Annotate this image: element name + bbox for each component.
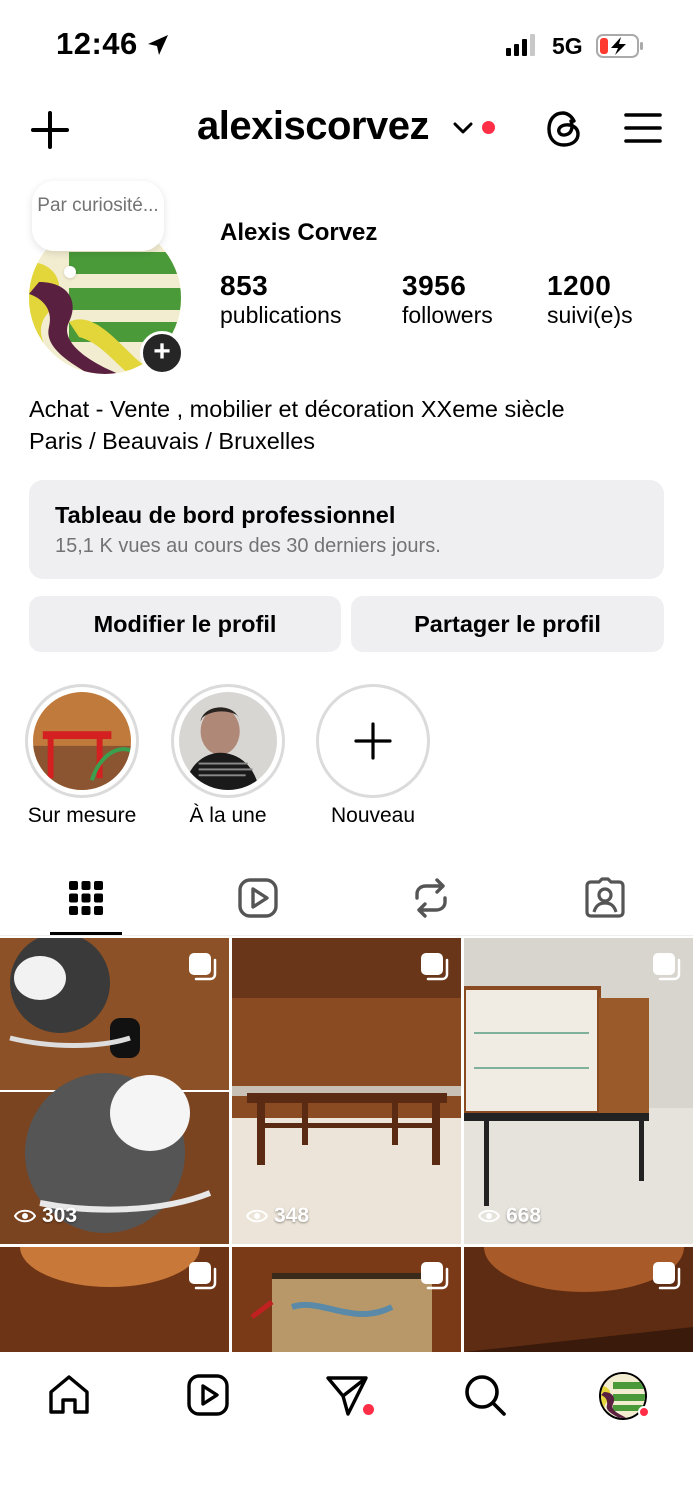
carousel-icon bbox=[421, 1262, 449, 1290]
signal-icon bbox=[506, 34, 535, 56]
eye-icon bbox=[14, 1209, 36, 1223]
full-name: Alexis Corvez bbox=[220, 219, 378, 246]
share-profile-button[interactable]: Partager le profil bbox=[351, 596, 664, 652]
profile-badge-dot bbox=[638, 1406, 650, 1418]
carousel-icon bbox=[653, 953, 681, 981]
home-icon[interactable] bbox=[46, 1372, 92, 1418]
menu-icon[interactable] bbox=[624, 110, 662, 146]
edit-profile-button[interactable]: Modifier le profil bbox=[29, 596, 341, 652]
stat-following-value: 1200 bbox=[547, 270, 612, 301]
stat-followers-value: 3956 bbox=[402, 270, 467, 301]
post-thumbnail[interactable]: 303 bbox=[0, 938, 229, 1244]
stat-following-label: suivi(e)s bbox=[547, 302, 633, 328]
username-switcher[interactable]: alexiscorvez bbox=[197, 104, 429, 149]
messages-badge-dot bbox=[363, 1404, 374, 1415]
carousel-icon bbox=[421, 953, 449, 981]
stat-posts-value: 853 bbox=[220, 270, 269, 301]
notification-dot bbox=[482, 121, 495, 134]
stat-posts[interactable]: 853 publications bbox=[220, 270, 341, 329]
view-count-value: 303 bbox=[42, 1204, 78, 1227]
bio-line-1: Achat - Vente , mobilier et décoration X… bbox=[29, 396, 565, 422]
note-bubble[interactable]: Par curiosité... bbox=[32, 181, 164, 251]
post-thumbnail[interactable]: 348 bbox=[232, 938, 461, 1244]
tab-grid-icon[interactable] bbox=[62, 874, 110, 922]
carousel-icon bbox=[189, 1262, 217, 1290]
view-count: 668 bbox=[478, 1204, 541, 1228]
post-thumbnail[interactable]: 668 bbox=[464, 938, 693, 1244]
view-count: 348 bbox=[246, 1204, 309, 1228]
search-icon[interactable] bbox=[462, 1372, 508, 1418]
highlight-label: À la une bbox=[189, 804, 267, 827]
post-thumbnail[interactable] bbox=[232, 1247, 461, 1352]
eye-icon bbox=[478, 1209, 500, 1223]
highlight-a-la-une[interactable] bbox=[171, 684, 285, 798]
status-time: 12:46 bbox=[56, 26, 138, 61]
plus-icon bbox=[354, 722, 392, 760]
tab-reposts-icon[interactable] bbox=[407, 874, 455, 922]
chevron-down-icon[interactable] bbox=[452, 118, 474, 138]
dashboard-title: Tableau de bord professionnel bbox=[55, 502, 396, 528]
note-bubble-tail bbox=[64, 266, 76, 278]
network-label: 5G bbox=[552, 33, 583, 59]
highlight-label: Sur mesure bbox=[27, 804, 137, 827]
eye-icon bbox=[246, 1209, 268, 1223]
dashboard-subtitle: 15,1 K vues au cours des 30 derniers jou… bbox=[55, 535, 441, 557]
stat-followers-label: followers bbox=[402, 302, 493, 328]
view-count-value: 668 bbox=[506, 1204, 542, 1227]
view-count: 303 bbox=[14, 1204, 77, 1228]
tab-divider bbox=[0, 935, 693, 936]
stat-following[interactable]: 1200 suivi(e)s bbox=[547, 270, 633, 329]
tab-tagged-icon[interactable] bbox=[581, 874, 629, 922]
highlight-sur-mesure[interactable] bbox=[25, 684, 139, 798]
post-thumbnail[interactable] bbox=[0, 1247, 229, 1352]
threads-icon[interactable] bbox=[543, 107, 587, 151]
carousel-icon bbox=[653, 1262, 681, 1290]
view-count-value: 348 bbox=[274, 1204, 310, 1227]
stat-posts-label: publications bbox=[220, 302, 342, 328]
add-story-button[interactable]: + bbox=[140, 331, 184, 375]
carousel-icon bbox=[189, 953, 217, 981]
new-highlight-button[interactable] bbox=[316, 684, 430, 798]
bio: Achat - Vente , mobilier et décoration X… bbox=[29, 393, 565, 457]
tab-reels-icon[interactable] bbox=[234, 874, 282, 922]
location-arrow-icon bbox=[148, 35, 168, 55]
reels-icon[interactable] bbox=[185, 1372, 231, 1418]
post-thumbnail[interactable] bbox=[464, 1247, 693, 1352]
highlight-label: Nouveau bbox=[330, 804, 416, 827]
create-plus-icon[interactable] bbox=[30, 110, 70, 150]
battery-charging-icon bbox=[596, 34, 643, 58]
professional-dashboard[interactable]: Tableau de bord professionnel 15,1 K vue… bbox=[29, 480, 664, 579]
stat-followers[interactable]: 3956 followers bbox=[402, 270, 493, 329]
bio-line-2: Paris / Beauvais / Bruxelles bbox=[29, 428, 316, 454]
